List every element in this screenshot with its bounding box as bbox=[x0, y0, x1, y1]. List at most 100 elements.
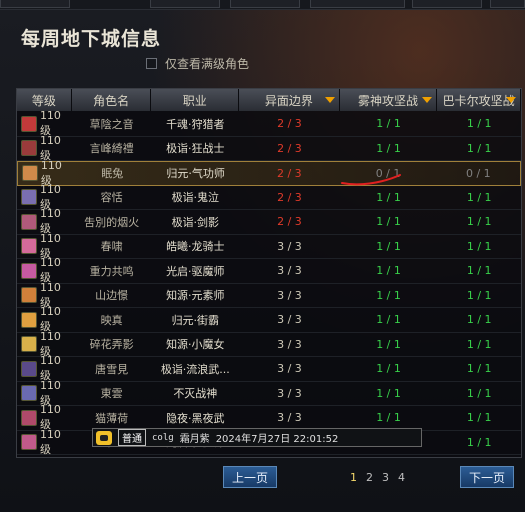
character-job: 极诣·剑影 bbox=[171, 215, 220, 229]
sort-arrow-icon[interactable] bbox=[324, 97, 335, 103]
character-name: 容恬 bbox=[100, 191, 123, 205]
bakal-raid-count: 1 / 1 bbox=[466, 215, 492, 229]
mist-raid-count: 1 / 1 bbox=[376, 288, 401, 302]
bakal-raid-count: 1 / 1 bbox=[466, 362, 492, 376]
page-link[interactable]: 2 bbox=[366, 471, 373, 484]
character-job: 不灭战神 bbox=[173, 387, 218, 401]
character-avatar-icon bbox=[21, 189, 37, 206]
tab-stub[interactable] bbox=[412, 0, 482, 8]
page-title: 每周地下城信息 bbox=[21, 28, 162, 50]
character-avatar-icon bbox=[21, 238, 37, 255]
page-link[interactable]: 4 bbox=[398, 471, 405, 484]
character-avatar-icon bbox=[21, 140, 37, 157]
boundary-count: 2 / 3 bbox=[276, 166, 302, 180]
column-header-job[interactable]: 职业 bbox=[151, 89, 240, 111]
table-row[interactable]: 110级 春啸 皓曦·龙骑士 3 / 3 1 / 1 1 / 1 bbox=[17, 232, 521, 260]
level-cell: 110级 bbox=[17, 403, 72, 431]
character-job: 极诣·流浪武... bbox=[160, 362, 230, 376]
character-name: 眠兔 bbox=[101, 167, 124, 181]
boundary-count: 3 / 3 bbox=[277, 337, 302, 351]
character-job: 隐夜·黑夜武 bbox=[166, 411, 225, 425]
page-numbers: 1 2 3 4 bbox=[350, 471, 405, 484]
level-text: 110级 bbox=[39, 427, 61, 456]
bakal-raid-count: 1 / 1 bbox=[466, 117, 492, 131]
max-level-checkbox[interactable] bbox=[146, 58, 157, 69]
tab-stub[interactable] bbox=[490, 0, 525, 8]
character-job: 光启·驱魔师 bbox=[166, 264, 225, 278]
character-job: 千魂·狩猎者 bbox=[166, 117, 225, 131]
character-name: 重力共鸣 bbox=[89, 264, 134, 278]
table-row[interactable]: 110级 猫薄荷 隐夜·黑夜武 3 / 3 1 / 1 1 / 1 bbox=[17, 403, 521, 431]
character-job: 知源·小魔女 bbox=[166, 338, 225, 352]
level-cell: 110级 bbox=[17, 183, 72, 211]
table-row[interactable]: 110级 山边憬 知源·元素师 3 / 3 1 / 1 1 / 1 bbox=[17, 281, 521, 309]
bakal-raid-count: 1 / 1 bbox=[466, 141, 492, 155]
table-row[interactable]: 110级 唐雪見 极诣·流浪武... 3 / 3 1 / 1 1 / 1 bbox=[17, 354, 521, 382]
table-row[interactable]: 110级 眠兔 归元·气功师 2 / 30 / 10 / 1 bbox=[17, 159, 521, 187]
tab-stub[interactable] bbox=[0, 0, 70, 8]
boundary-count: 2 / 3 bbox=[277, 141, 302, 155]
table-row[interactable]: 110级 言峰綺禮 极诣·狂战士 2 / 3 1 / 1 1 / 1 bbox=[17, 134, 521, 162]
table-row[interactable]: 110级 草陰之音 千魂·狩猎者 2 / 3 1 / 1 1 / 1 bbox=[17, 109, 521, 137]
character-name: 碎花弄影 bbox=[89, 338, 134, 352]
sort-arrow-icon[interactable] bbox=[506, 97, 516, 103]
level-cell: 110级 bbox=[17, 232, 72, 260]
mist-raid-count: 1 / 1 bbox=[376, 264, 401, 278]
character-name: 映真 bbox=[100, 313, 123, 327]
table-row[interactable]: 110级 映真 归元·街霸 3 / 3 1 / 1 1 / 1 bbox=[17, 305, 521, 333]
column-header-level[interactable]: 等级 bbox=[17, 89, 72, 111]
table-row[interactable]: 110级 吿別的烟火 极诣·剑影 2 / 3 1 / 1 1 / 1 bbox=[17, 207, 521, 235]
mist-raid-count: 1 / 1 bbox=[376, 362, 401, 376]
boundary-count: 3 / 3 bbox=[277, 264, 302, 278]
tab-stub[interactable] bbox=[230, 0, 300, 8]
character-job: 归元·街霸 bbox=[171, 313, 220, 327]
bakal-raid-count: 1 / 1 bbox=[466, 435, 492, 449]
character-avatar-icon bbox=[21, 287, 37, 304]
table-row[interactable]: 110级 容恬 极诣·鬼泣 2 / 3 1 / 1 1 / 1 bbox=[17, 183, 521, 211]
table-row[interactable]: 110级 碎花弄影 知源·小魔女 3 / 3 1 / 1 1 / 1 bbox=[17, 330, 521, 358]
column-header-boundary[interactable]: 异面边界 bbox=[239, 89, 340, 111]
red-underline-annotation bbox=[341, 174, 401, 186]
mist-raid-count: 1 / 1 bbox=[376, 141, 401, 155]
mist-raid-count: 1 / 1 bbox=[376, 411, 401, 425]
pagination: 上一页 1 2 3 4 下一页 bbox=[0, 462, 525, 502]
character-job: 归元·气功师 bbox=[166, 167, 225, 181]
page-link[interactable]: 1 bbox=[350, 471, 357, 484]
character-name: 唐雪見 bbox=[95, 362, 129, 376]
boundary-count: 3 / 3 bbox=[277, 362, 302, 376]
boundary-count: 2 / 3 bbox=[277, 215, 302, 229]
mist-raid-count: 1 / 1 bbox=[376, 239, 401, 253]
table-row[interactable]: 110级 重力共鸣 光启·驱魔师 3 / 3 1 / 1 1 / 1 bbox=[17, 256, 521, 284]
character-name: 山边憬 bbox=[95, 289, 129, 303]
mist-raid-count: 1 / 1 bbox=[376, 215, 401, 229]
tooltip-badge: 普通 bbox=[118, 429, 146, 446]
character-name: 猫薄荷 bbox=[95, 411, 129, 425]
tab-stub[interactable] bbox=[310, 0, 405, 8]
boundary-count: 3 / 3 bbox=[277, 313, 302, 327]
user-info-tooltip: 普通 colg 霜月紫 2024年7月27日 22:01:52 bbox=[92, 428, 422, 447]
character-name: 草陰之音 bbox=[89, 117, 134, 131]
boundary-count: 3 / 3 bbox=[277, 386, 302, 400]
character-avatar-icon bbox=[21, 311, 37, 328]
bakal-raid-count: 1 / 1 bbox=[466, 313, 492, 327]
table-header: 等级 角色名 职业 异面边界 雾神攻坚战 巴卡尔攻坚战 bbox=[17, 89, 521, 111]
boundary-count: 3 / 3 bbox=[277, 239, 302, 253]
next-page-button[interactable]: 下一页 bbox=[460, 466, 514, 488]
level-cell: 110级 bbox=[17, 305, 72, 333]
column-header-bakal-raid[interactable]: 巴卡尔攻坚战 bbox=[437, 89, 521, 111]
column-header-name[interactable]: 角色名 bbox=[71, 89, 152, 111]
prev-page-button[interactable]: 上一页 bbox=[223, 466, 277, 488]
level-cell: 110级 bbox=[17, 109, 72, 137]
tab-stub[interactable] bbox=[150, 0, 220, 8]
bakal-raid-count: 1 / 1 bbox=[466, 337, 492, 351]
page-link[interactable]: 3 bbox=[382, 471, 389, 484]
bakal-raid-count: 1 / 1 bbox=[466, 264, 492, 278]
bakal-raid-count: 1 / 1 bbox=[466, 190, 492, 204]
level-cell: 110级 bbox=[17, 354, 72, 382]
sort-arrow-icon[interactable] bbox=[422, 97, 433, 103]
max-level-filter[interactable]: 仅查看满级角色 bbox=[146, 55, 249, 72]
column-header-mist-raid[interactable]: 雾神攻坚战 bbox=[339, 89, 438, 111]
character-avatar-icon bbox=[21, 336, 37, 353]
bakal-raid-count: 1 / 1 bbox=[466, 386, 492, 400]
table-row[interactable]: 110级 東雲 不灭战神 3 / 3 1 / 1 1 / 1 bbox=[17, 379, 521, 407]
